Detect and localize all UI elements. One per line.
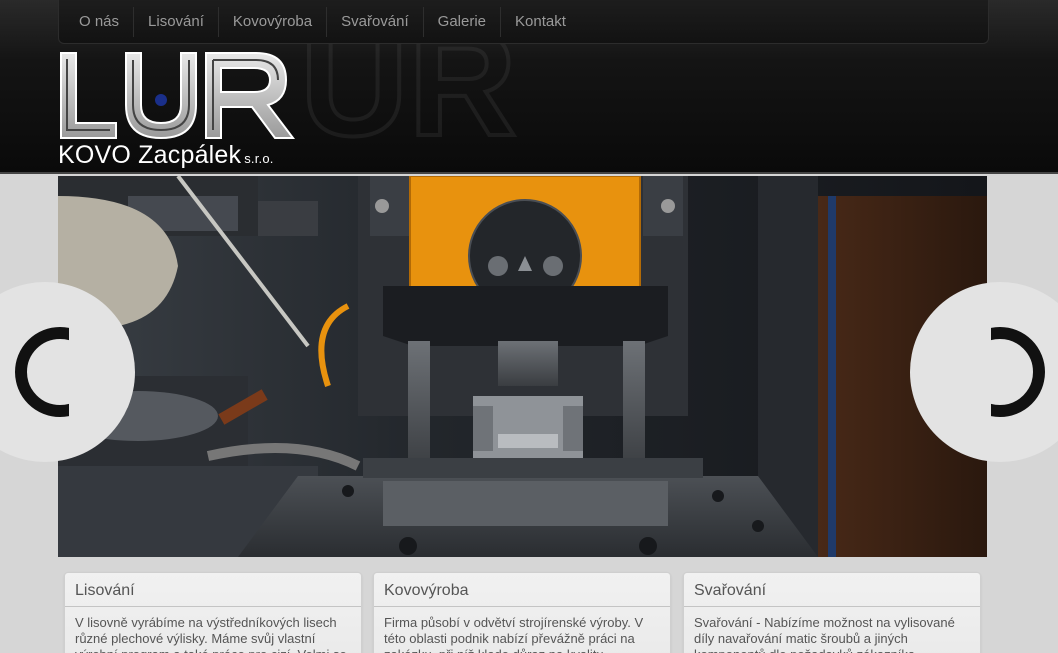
info-box-svarovani: Svařování Svařování - Nabízíme možnost n… xyxy=(683,572,981,653)
company-suffix: s.r.o. xyxy=(244,151,274,166)
box-text: V lisovně vyrábíme na výstředníkových li… xyxy=(75,615,347,653)
box-title[interactable]: Kovovýroba xyxy=(374,573,670,607)
nav-item-lisovani[interactable]: Lisování xyxy=(134,6,219,37)
info-box-kovovyroba: Kovovýroba Firma působí v odvětví strojí… xyxy=(373,572,671,653)
site-header: UR O nás Lisování Kovovýroba Svařování G… xyxy=(0,0,1058,174)
nav-item-galerie[interactable]: Galerie xyxy=(424,6,502,37)
box-text: Svařování - Nabízíme možnost na vylisova… xyxy=(694,615,955,653)
nav-item-svarovani[interactable]: Svařování xyxy=(327,6,424,37)
hero-slider[interactable] xyxy=(58,176,987,557)
info-box-lisovani: Lisování V lisovně vyrábíme na výstřední… xyxy=(64,572,362,653)
box-text: Firma působí v odvětví strojírenské výro… xyxy=(384,615,644,653)
company-name: KOVO Zacpálek s.r.o. xyxy=(58,141,274,170)
nav-item-o-nas[interactable]: O nás xyxy=(65,6,135,37)
company-name-text: KOVO Zacpálek xyxy=(58,141,242,169)
box-title[interactable]: Lisování xyxy=(65,573,361,607)
main-nav: O nás Lisování Kovovýroba Svařování Gale… xyxy=(58,0,989,44)
nav-item-kontakt[interactable]: Kontakt xyxy=(501,7,580,37)
nav-item-kovovyroba[interactable]: Kovovýroba xyxy=(219,6,328,37)
box-title[interactable]: Svařování xyxy=(684,573,980,607)
hero-image xyxy=(58,176,987,557)
